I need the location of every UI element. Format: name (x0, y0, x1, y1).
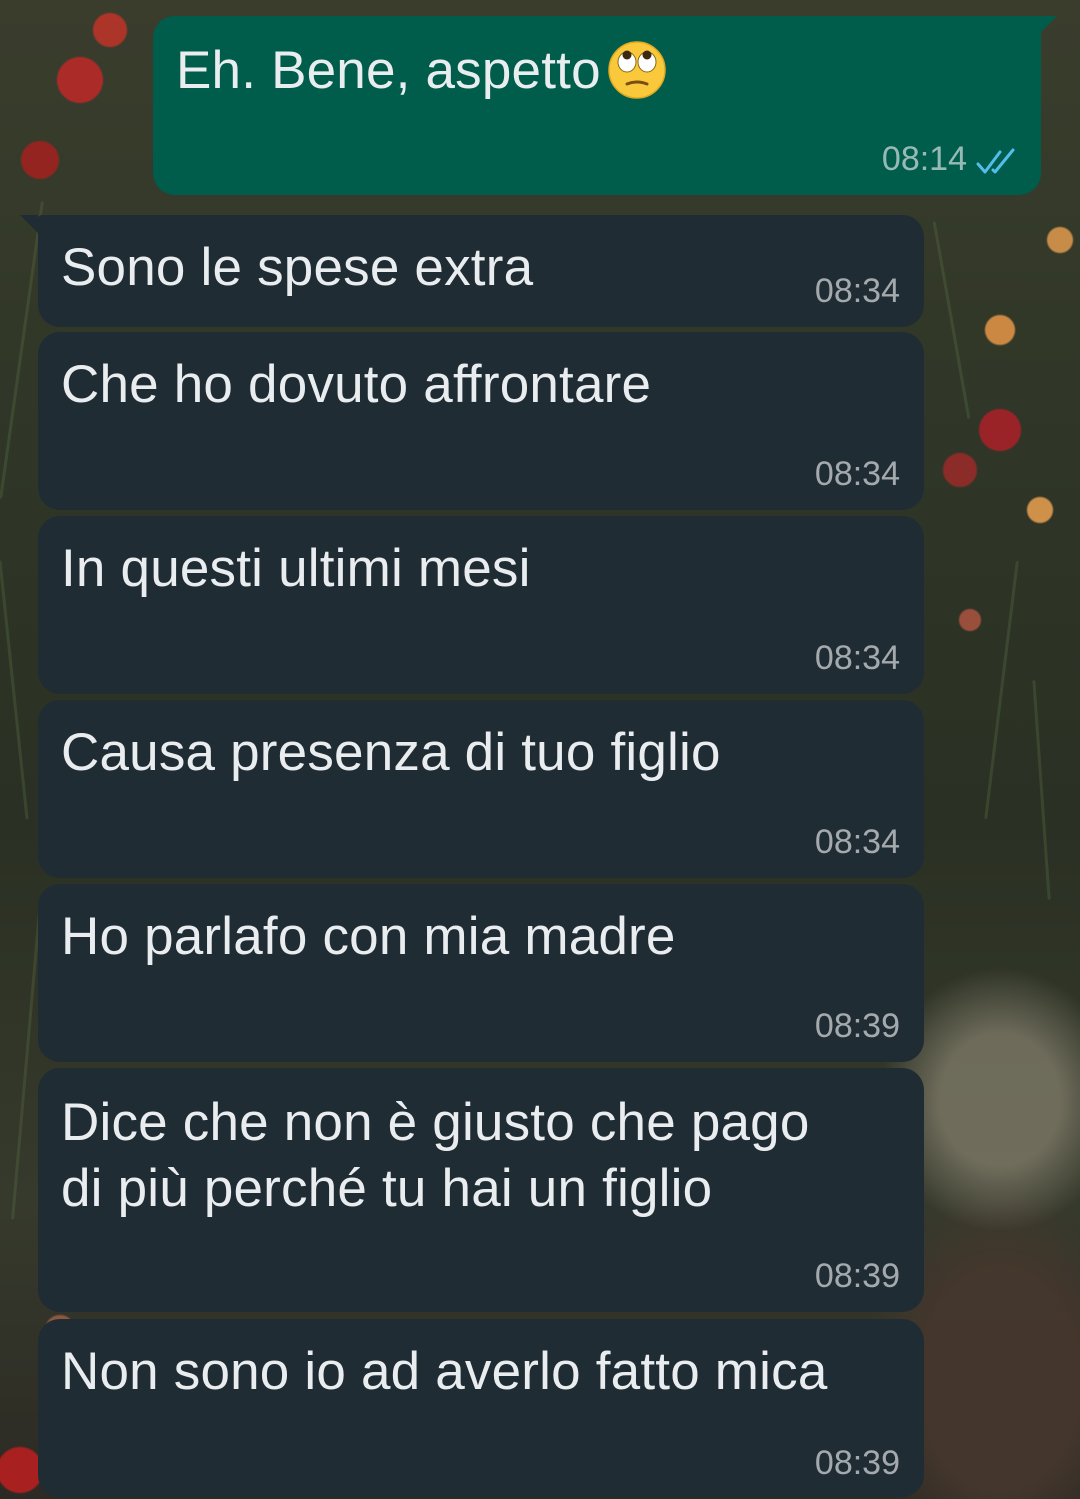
incoming-message-bubble[interactable]: Che ho dovuto affrontare 08:34 (38, 332, 924, 510)
message-timestamp: 08:34 (814, 272, 900, 310)
incoming-message-bubble[interactable]: Ho parlafo con mia madre 08:39 (38, 884, 924, 1062)
message-text: Eh. Bene, aspetto (176, 38, 667, 104)
incoming-message-bubble[interactable]: Causa presenza di tuo figlio 08:34 (38, 700, 924, 878)
message-text: Sono le spese extra (61, 238, 534, 297)
message-timestamp: 08:39 (814, 1007, 900, 1045)
message-text: In questi ultimi mesi (61, 539, 531, 598)
message-text: Causa presenza di tuo figlio (61, 723, 721, 782)
message-timestamp: 08:34 (814, 823, 900, 861)
message-timestamp: 08:34 (814, 639, 900, 677)
message-timestamp: 08:34 (814, 455, 900, 493)
message-timestamp: 08:39 (814, 1444, 900, 1482)
outgoing-message-bubble[interactable]: Eh. Bene, aspetto 08:14 (153, 16, 1057, 195)
message-text: Dice che non è giusto che pago di più pe… (61, 1093, 810, 1218)
face-with-rolling-eyes-icon (608, 41, 666, 99)
chat-conversation[interactable]: Eh. Bene, aspetto 08:14 Sono le spese ex… (0, 0, 1080, 1499)
incoming-message-bubble[interactable]: Dice che non è giusto che pago di più pe… (38, 1068, 924, 1312)
incoming-message-bubble[interactable]: In questi ultimi mesi 08:34 (38, 516, 924, 694)
incoming-message-bubble[interactable]: Non sono io ad averlo fatto mica 08:39 (38, 1319, 924, 1497)
message-text: Ho parlafo con mia madre (61, 907, 676, 966)
message-text: Non sono io ad averlo fatto mica (61, 1342, 828, 1401)
message-timestamp: 08:39 (814, 1257, 900, 1295)
incoming-message-bubble[interactable]: Sono le spese extra 08:34 (20, 215, 924, 327)
double-check-read-icon (976, 148, 1015, 174)
message-text: Che ho dovuto affrontare (61, 355, 652, 414)
message-timestamp: 08:14 (881, 140, 967, 178)
